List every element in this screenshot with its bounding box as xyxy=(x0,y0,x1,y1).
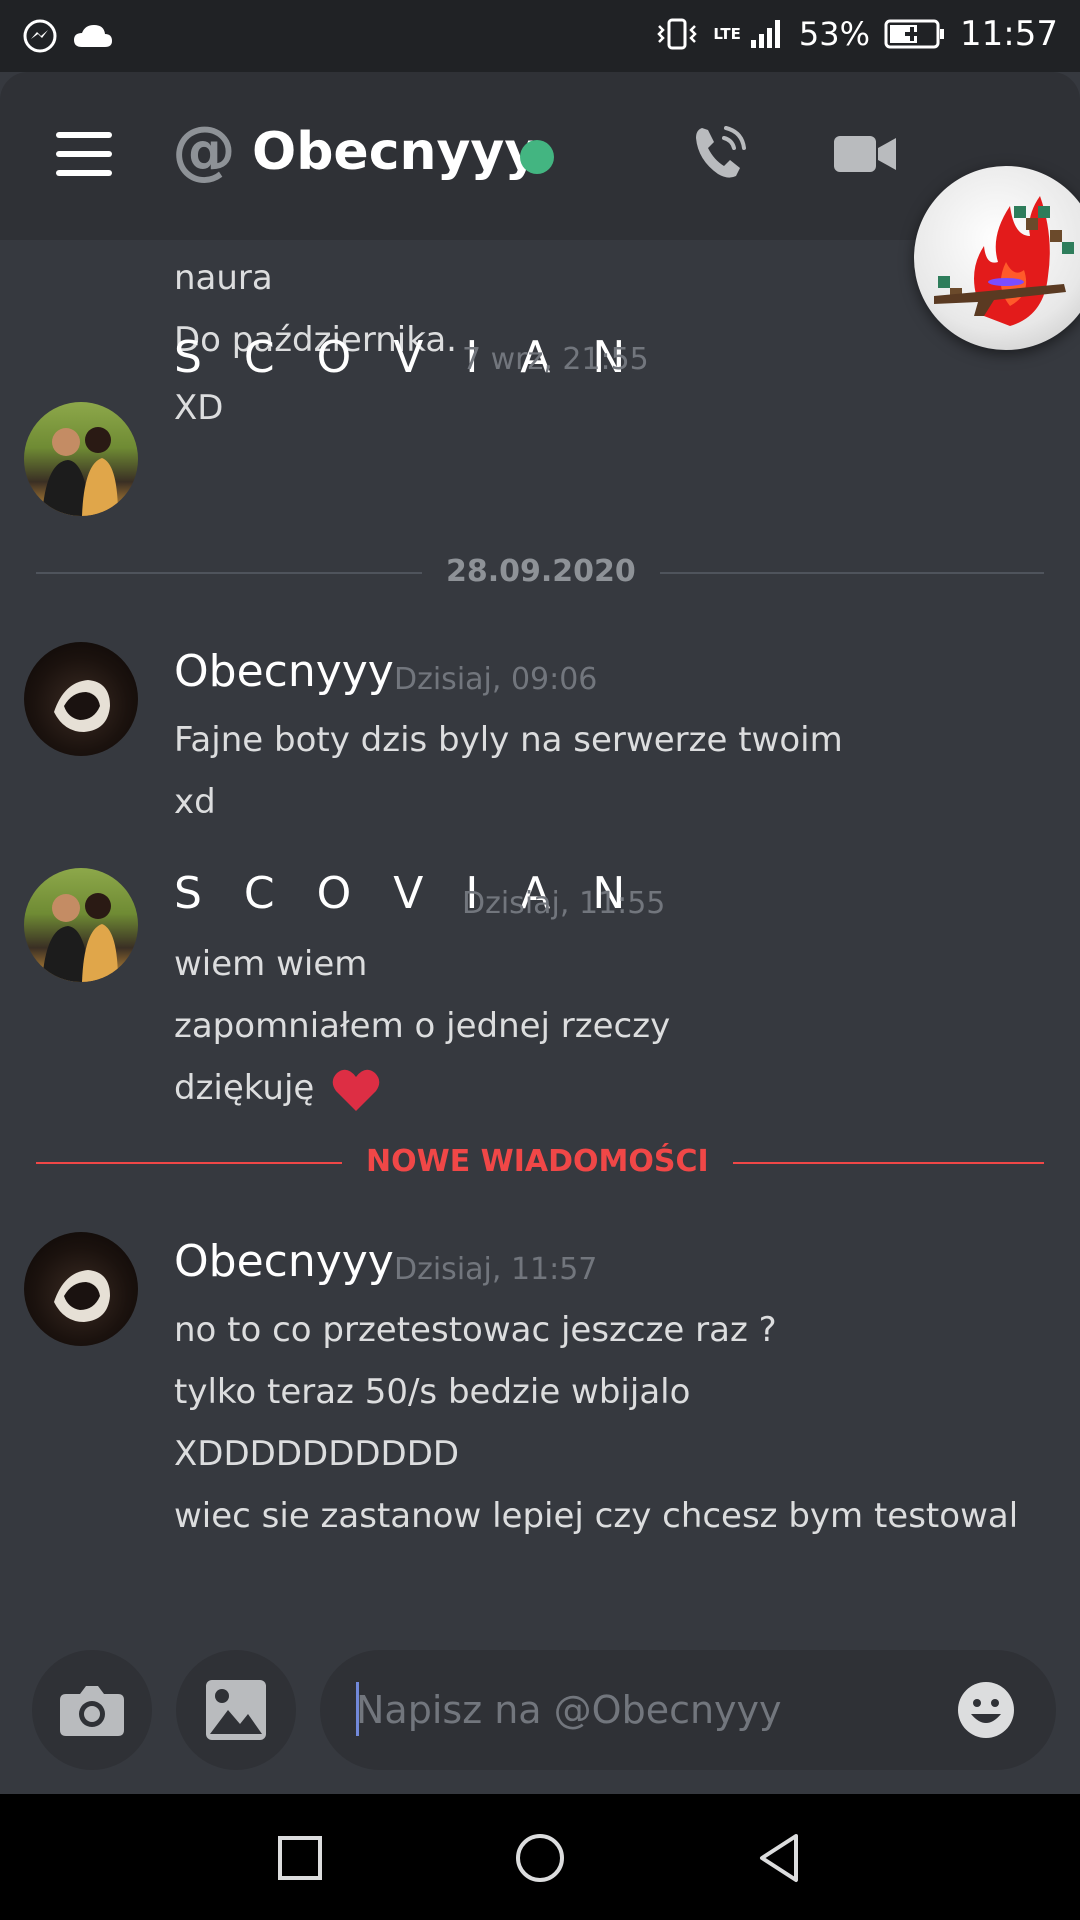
message-text: no to co przetestowac jeszcze raz ? xyxy=(174,1310,777,1350)
avatar-image xyxy=(54,1270,110,1322)
channel-title[interactable]: Obecnyyy xyxy=(252,120,538,184)
cloud-icon xyxy=(74,25,112,47)
message-timestamp: Dzisiaj, 11:55 xyxy=(462,886,666,921)
messenger-icon xyxy=(23,19,57,53)
signal-icon xyxy=(750,20,780,48)
message-text: XD xyxy=(174,388,224,428)
battery-percent: 53% xyxy=(798,15,871,53)
avatar[interactable] xyxy=(24,402,138,516)
message-input-placeholder: Napisz na @Obecnyyy xyxy=(356,1688,782,1732)
message-timestamp: Dzisiaj, 11:57 xyxy=(394,1252,598,1287)
emoji-icon[interactable] xyxy=(956,1680,1016,1740)
channel-header: @ Obecnyyy xyxy=(0,72,1080,350)
date-divider: 28.09.2020 xyxy=(422,552,660,592)
status-bar-notifications xyxy=(22,18,114,54)
avatar-image xyxy=(42,893,118,982)
message-list[interactable]: naura Do października. S C O V I A N 7 w… xyxy=(0,240,1080,1630)
clock: 11:57 xyxy=(960,14,1058,54)
avatar[interactable] xyxy=(24,868,138,982)
message-text: tylko teraz 50/s bedzie wbijalo xyxy=(174,1372,691,1412)
message-text: xd xyxy=(174,782,216,822)
back-icon[interactable] xyxy=(752,1830,808,1886)
menu-bar xyxy=(56,132,112,138)
message-text: Fajne boty dzis byly na serwerze twoim xyxy=(174,720,843,760)
message-text: dziękuję xyxy=(174,1066,381,1113)
message-text: zapomniałem o jednej rzeczy xyxy=(174,1006,671,1046)
camera-button[interactable] xyxy=(32,1650,152,1770)
gallery-button[interactable] xyxy=(176,1650,296,1770)
message-timestamp: 7 wrz, 21:55 xyxy=(462,342,649,377)
vibrate-icon xyxy=(657,18,698,50)
message-text: wiem wiem xyxy=(174,944,368,984)
avatar[interactable] xyxy=(24,642,138,756)
message-author[interactable]: Obecnyyy xyxy=(174,1234,394,1290)
avatar[interactable] xyxy=(24,1232,138,1346)
at-icon: @ xyxy=(172,114,236,188)
system-navigation-bar xyxy=(0,1794,1080,1920)
menu-button[interactable] xyxy=(56,132,112,176)
menu-bar xyxy=(56,151,112,157)
image-icon xyxy=(206,1680,266,1740)
avatar-image xyxy=(42,427,118,516)
message-text: wiec sie zastanow lepiej czy chcesz bym … xyxy=(174,1496,1019,1536)
status-bar-system: LTE 53% 11:57 xyxy=(655,14,1058,54)
recent-apps-icon[interactable] xyxy=(272,1830,328,1886)
video-call-icon[interactable] xyxy=(834,132,896,176)
camera-icon xyxy=(60,1686,124,1736)
message-text-content: dziękuję xyxy=(174,1068,315,1108)
network-type: LTE xyxy=(713,24,741,43)
home-icon[interactable] xyxy=(512,1830,568,1886)
message-text: naura xyxy=(174,258,273,298)
message-text: XDDDDDDDDDD xyxy=(174,1434,460,1474)
avatar-image xyxy=(54,680,110,732)
message-author[interactable]: Obecnyyy xyxy=(174,644,394,700)
menu-bar xyxy=(56,170,112,176)
status-bar: LTE 53% 11:57 xyxy=(0,0,1080,72)
online-status-indicator xyxy=(520,140,554,174)
message-input[interactable]: Napisz na @Obecnyyy xyxy=(320,1650,1056,1770)
new-messages-divider: NOWE WIADOMOŚCI xyxy=(342,1142,733,1182)
call-icon[interactable] xyxy=(688,120,752,184)
battery-charging-icon xyxy=(884,19,945,49)
heart-emoji-icon xyxy=(332,1069,380,1111)
message-composer: Napisz na @Obecnyyy xyxy=(0,1630,1080,1794)
message-timestamp: Dzisiaj, 09:06 xyxy=(394,662,598,697)
